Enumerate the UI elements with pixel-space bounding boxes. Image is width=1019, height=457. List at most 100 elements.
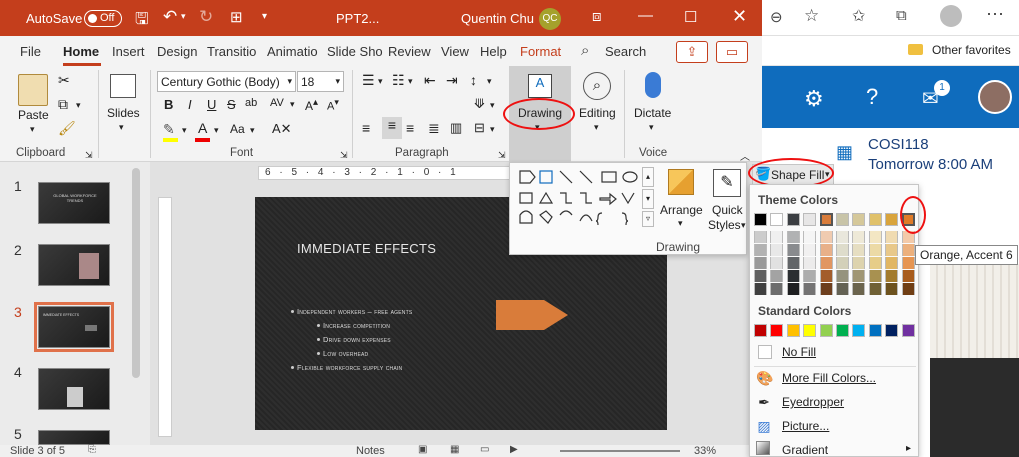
qat-customize-icon[interactable]: ▾ [262,11,267,22]
slide-title[interactable]: Immediate Effects [297,241,436,256]
zoom-icon[interactable]: ⊖ [770,8,783,26]
theme-shade-swatch[interactable] [754,244,767,256]
standard-color-swatch[interactable] [754,324,767,337]
theme-shade-swatch[interactable] [786,283,800,295]
theme-shade-swatch[interactable] [803,231,817,243]
present-icon[interactable]: ⊞ [230,8,243,26]
bullets-dropdown-icon[interactable]: ▾ [378,76,383,87]
normal-view-icon[interactable]: ▣ [418,444,427,455]
picture-menu-item[interactable]: Picture... [782,419,829,433]
char-spacing-button[interactable]: AV [270,97,284,109]
copy-dropdown-icon[interactable]: ▾ [76,100,81,111]
theme-shade-swatch[interactable] [901,257,915,269]
cut-icon[interactable]: ✂ [58,72,70,89]
undo-icon[interactable]: ↶ [163,7,177,27]
line-spacing-dropdown-icon[interactable]: ▾ [487,76,492,87]
theme-shade-swatch[interactable] [901,270,915,282]
text-direction-icon[interactable]: ⟱ [474,96,485,112]
gradient-menu-item[interactable]: Gradient [782,443,828,457]
redo-icon[interactable]: ↻ [199,7,213,27]
clear-formatting-icon[interactable]: A✕ [272,121,292,137]
theme-shade-swatch[interactable] [754,270,767,282]
paste-button[interactable]: Paste [18,108,49,122]
profile-icon[interactable] [940,5,962,27]
slide-thumbnail-3[interactable]: IMMEDIATE EFFECTS [34,302,114,352]
theme-shade-swatch[interactable] [803,244,817,256]
accessibility-icon[interactable]: ⎘ [88,444,96,455]
standard-color-swatch[interactable] [786,324,800,337]
highlight-dropdown-icon[interactable]: ▾ [182,125,187,136]
drawing-icon[interactable]: A [528,74,552,98]
tab-file[interactable]: File [20,44,41,59]
font-name-box[interactable]: Century Gothic (Body) ▾ [157,71,296,92]
arrange-button[interactable]: Arrange [660,203,703,217]
underline-button[interactable]: U [207,97,216,112]
theme-shade-swatch[interactable] [885,257,899,269]
theme-color-swatch[interactable] [868,213,882,226]
search-box[interactable]: Search [605,44,646,59]
theme-shade-swatch[interactable] [901,283,915,295]
undo-dropdown-icon[interactable]: ▾ [181,11,186,22]
font-size-dropdown-icon[interactable]: ▾ [335,76,340,87]
theme-shade-swatch[interactable] [836,231,849,243]
italic-button[interactable]: I [188,97,192,112]
minimize-icon[interactable]: — [638,7,653,24]
more-fill-colors-menu-item[interactable]: More Fill Colors... [782,371,876,385]
standard-color-swatch[interactable] [819,324,833,337]
help-icon[interactable]: ? [866,84,878,110]
ribbon-display-icon[interactable]: ⧈ [592,8,602,25]
comments-button[interactable]: ▭ [716,41,748,63]
no-fill-menu-item[interactable]: No Fill [782,345,816,359]
theme-shade-swatch[interactable] [770,257,784,269]
event-title[interactable]: COSI118 [868,136,929,153]
quick-styles-label-2[interactable]: Styles [708,218,741,232]
theme-shade-swatch[interactable] [836,244,849,256]
theme-color-swatch[interactable] [836,213,849,226]
font-size-box[interactable]: 18 ▾ [297,71,344,92]
font-name-dropdown-icon[interactable]: ▾ [287,76,292,87]
quick-styles-label[interactable]: Quick [712,203,743,217]
user-initials-avatar[interactable]: QC [539,8,561,30]
theme-shade-swatch[interactable] [901,244,915,256]
eyedropper-menu-item[interactable]: Eyedropper [782,395,844,409]
favorites-icon[interactable]: ✩ [852,6,865,26]
copy-icon[interactable]: ⧉ [58,96,68,113]
theme-shade-swatch[interactable] [836,257,849,269]
tab-format[interactable]: Format [520,44,561,59]
paste-icon[interactable] [18,74,48,106]
paste-dropdown-icon[interactable]: ▾ [30,124,35,135]
slides-button[interactable]: Slides [107,106,140,120]
theme-shade-swatch[interactable] [885,270,899,282]
theme-color-swatch[interactable] [754,213,767,226]
decrease-indent-icon[interactable]: ⇤ [424,72,436,89]
bold-button[interactable]: B [164,97,173,112]
theme-shade-swatch[interactable] [819,270,833,282]
change-case-dropdown-icon[interactable]: ▾ [250,125,255,136]
theme-shade-swatch[interactable] [868,257,882,269]
theme-shade-swatch[interactable] [819,244,833,256]
theme-shade-swatch[interactable] [852,270,866,282]
theme-color-swatch[interactable] [885,213,899,226]
paragraph-launcher-icon[interactable]: ⇲ [498,150,506,161]
theme-shade-swatch[interactable] [868,231,882,243]
gallery-more-icon[interactable]: ▿ [642,211,654,227]
theme-shade-swatch[interactable] [836,283,849,295]
dictate-microphone-icon[interactable] [645,72,661,98]
theme-shade-swatch[interactable] [885,283,899,295]
gallery-scroll-up-icon[interactable]: ▴ [642,167,654,187]
save-icon[interactable]: 🖫 [135,8,149,35]
theme-shade-swatch[interactable] [770,231,784,243]
user-avatar[interactable] [978,80,1012,114]
standard-color-swatch[interactable] [803,324,817,337]
align-text-icon[interactable]: ⊟ [474,120,485,136]
format-painter-icon[interactable]: 🖌 [58,120,76,137]
zoom-level[interactable]: 33% [694,445,716,457]
new-slide-icon[interactable] [110,74,136,98]
theme-shade-swatch[interactable] [836,270,849,282]
justify-icon[interactable]: ≣ [428,120,440,137]
gallery-scroll-down-icon[interactable]: ▾ [642,189,654,209]
tab-home[interactable]: Home [63,44,99,59]
slide-thumbnail-5[interactable] [38,430,110,445]
theme-shade-swatch[interactable] [770,270,784,282]
theme-shade-swatch[interactable] [819,231,833,243]
